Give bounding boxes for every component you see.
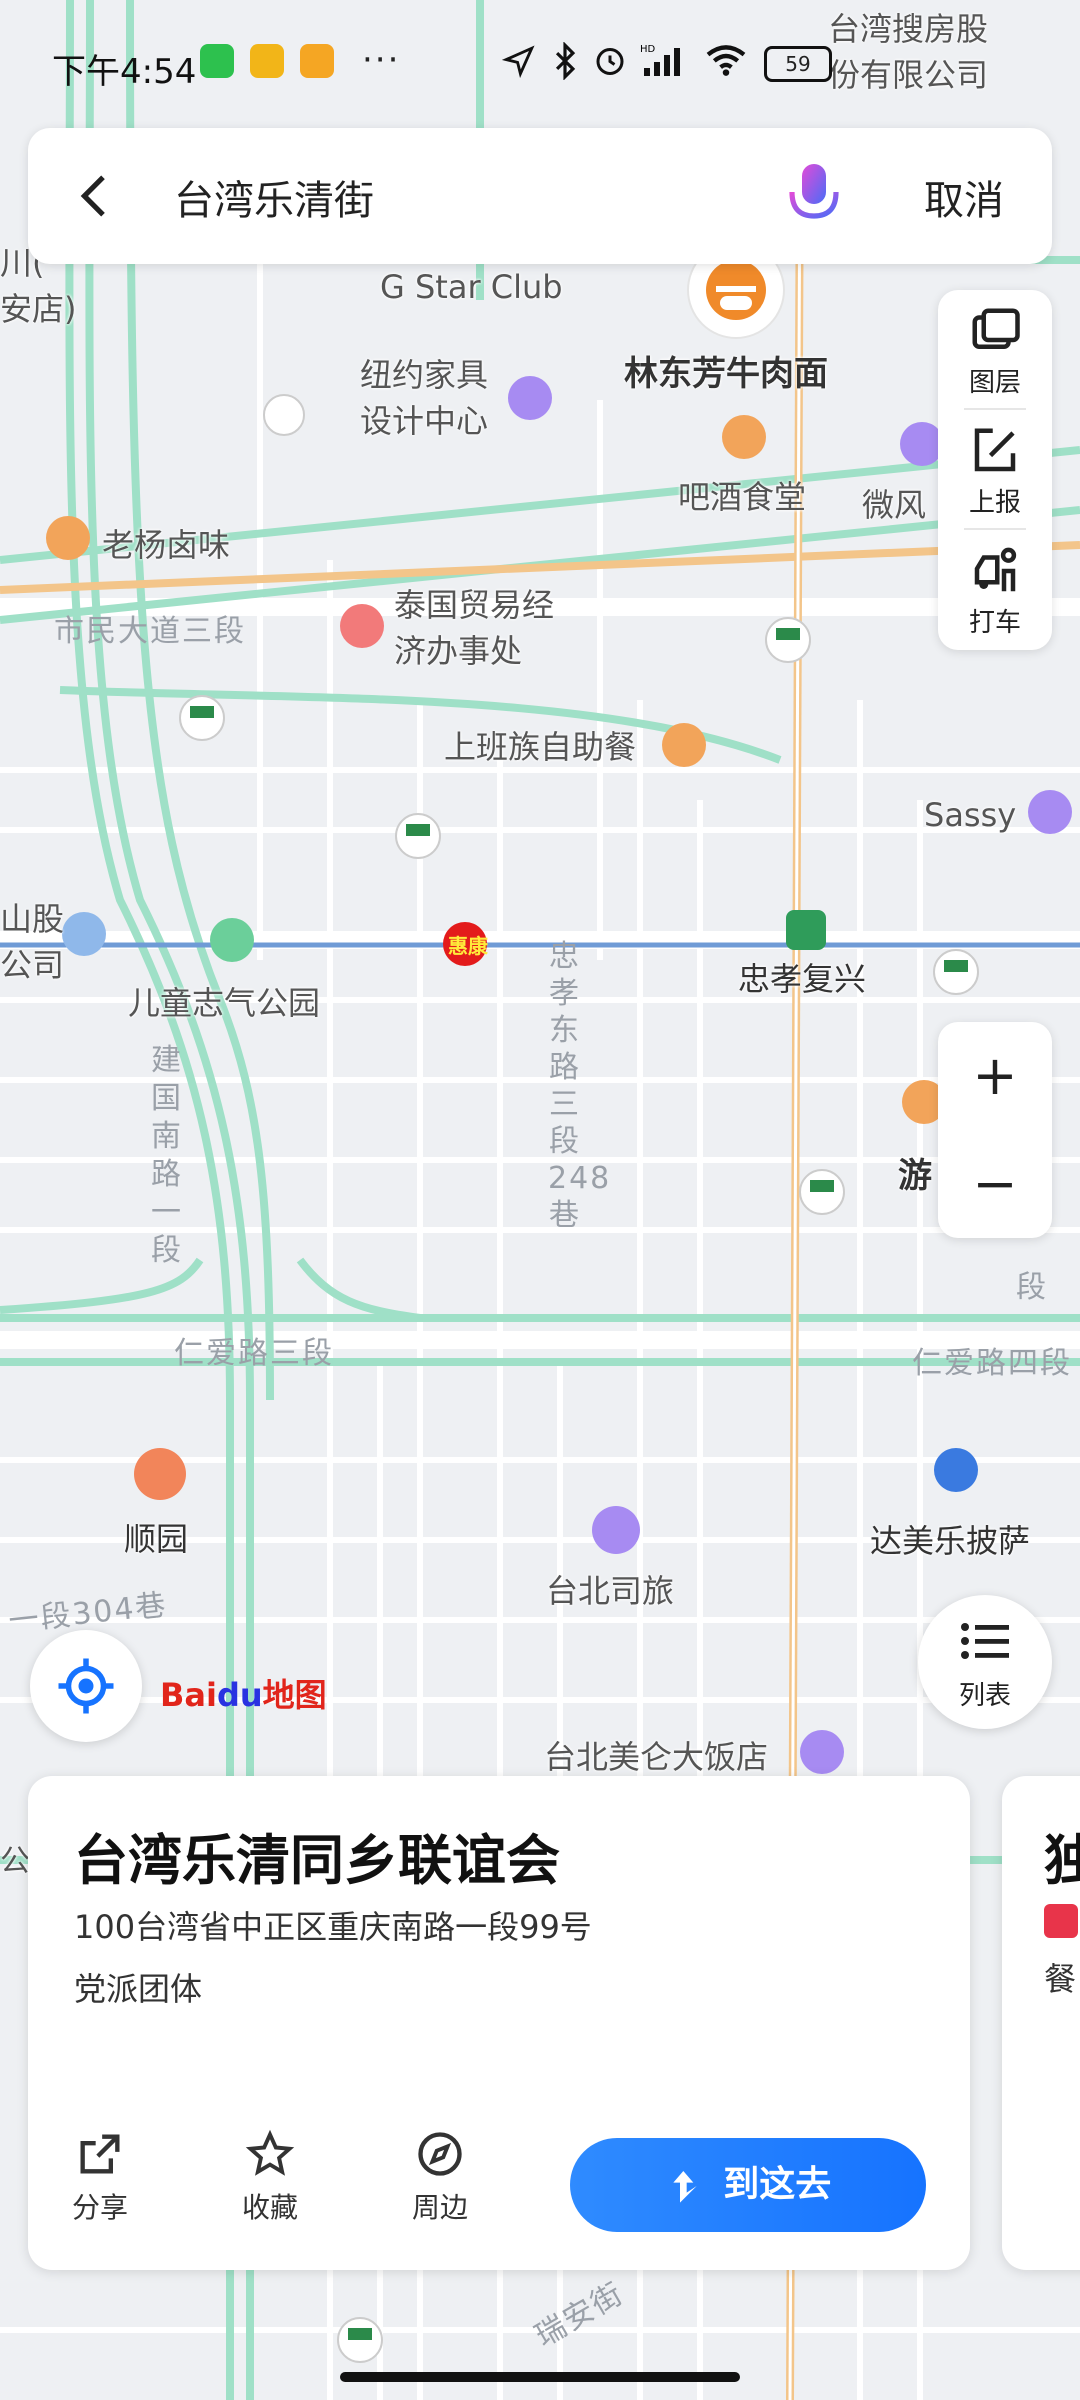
taxi-button[interactable]: 打车 xyxy=(938,530,1052,648)
map-label-dominos[interactable]: 达美乐披萨 xyxy=(870,1516,1030,1562)
map-label-you[interactable]: 游 xyxy=(898,1148,932,1197)
layers-icon xyxy=(972,308,1020,349)
microphone-icon[interactable] xyxy=(784,160,844,232)
more-notifications-icon: ··· xyxy=(362,40,401,80)
map-label-beef-noodle[interactable]: 林东芳牛肉面 xyxy=(624,346,828,395)
locate-button[interactable] xyxy=(30,1630,142,1742)
map-label-weifeng[interactable]: 微风 xyxy=(862,480,926,526)
road-label-renai-3: 仁爱路三段 xyxy=(174,1336,334,1371)
compass-icon xyxy=(418,2132,462,2176)
logo-ditu: 地图 xyxy=(262,1676,327,1714)
place-card[interactable]: 台湾乐清同乡联谊会 100台湾省中正区重庆南路一段99号 党派团体 分享 收藏 … xyxy=(28,1776,970,2270)
map-label-taipei-sl[interactable]: 台北司旅 xyxy=(546,1566,674,1612)
battery-indicator: 59 xyxy=(764,46,832,82)
home-indicator[interactable] xyxy=(340,2372,740,2382)
go-here-label: 到这去 xyxy=(723,2164,832,2205)
next-place-title: 独 xyxy=(1044,1829,1080,1892)
map-label-left-company[interactable]: 山股 公司 xyxy=(0,896,64,988)
app-notification-icon xyxy=(250,44,284,78)
cancel-button[interactable]: 取消 xyxy=(924,168,1004,226)
search-input[interactable]: 台湾乐清街 xyxy=(174,168,374,226)
road-label-shimin: 市民大道三段 xyxy=(54,614,246,649)
share-button[interactable]: 分享 xyxy=(50,2128,150,2226)
list-icon xyxy=(961,1623,1009,1659)
map-label-laoyang[interactable]: 老杨卤味 xyxy=(102,520,230,566)
nearby-label: 周边 xyxy=(411,2191,468,2224)
map-label-mayor-hotel[interactable]: 台北美仑大饭店 xyxy=(544,1732,768,1778)
favorite-label: 收藏 xyxy=(241,2191,298,2224)
map-tools-panel: 图层 上报 打车 xyxy=(938,290,1052,650)
go-here-button[interactable]: 到这去 xyxy=(570,2138,926,2232)
bluetooth-icon xyxy=(555,42,576,80)
edit-icon xyxy=(974,428,1016,472)
favorite-button[interactable]: 收藏 xyxy=(220,2128,320,2226)
rating-badge-icon xyxy=(1044,1904,1078,1938)
report-button[interactable]: 上报 xyxy=(938,410,1052,528)
zoom-controls: + − xyxy=(938,1022,1052,1238)
zoom-in-button[interactable]: + xyxy=(938,1022,1052,1130)
map-label-sassy[interactable]: Sassy xyxy=(924,796,1016,834)
star-icon xyxy=(245,2129,295,2176)
nearby-button[interactable]: 周边 xyxy=(390,2128,490,2226)
crosshair-icon xyxy=(58,1658,114,1714)
alarm-icon xyxy=(596,48,624,75)
map-label-buffet[interactable]: 上班族自助餐 xyxy=(444,722,636,768)
map-label-g-star-club[interactable]: G Star Club xyxy=(380,268,563,306)
taxi-label: 打车 xyxy=(968,608,1021,638)
logo-du: du xyxy=(216,1676,263,1714)
share-label: 分享 xyxy=(71,2191,128,2224)
svg-text:HD: HD xyxy=(640,44,656,55)
road-label-duan: 段 xyxy=(1016,1270,1048,1305)
wechat-icon xyxy=(200,44,234,78)
layers-label: 图层 xyxy=(968,368,1021,398)
search-bar[interactable]: 台湾乐清街 取消 xyxy=(28,128,1052,264)
back-icon[interactable] xyxy=(68,168,124,224)
map-label-bar[interactable]: 吧酒食堂 xyxy=(678,472,806,518)
baidu-map-logo: Baidu地图 xyxy=(160,1670,327,1716)
signal-icon: HD xyxy=(640,44,680,76)
map-label-park[interactable]: 儿童志气公园 xyxy=(128,978,320,1024)
map-label-huikang[interactable]: 惠康 xyxy=(448,930,488,959)
zoom-out-button[interactable]: − xyxy=(938,1130,1052,1238)
map-label-shunyuan[interactable]: 顺园 xyxy=(124,1514,188,1560)
share-icon xyxy=(80,2134,120,2174)
place-title: 台湾乐清同乡联谊会 xyxy=(74,1829,560,1892)
place-address: 100台湾省中正区重庆南路一段99号 xyxy=(74,1908,592,1946)
list-label: 列表 xyxy=(958,1681,1011,1711)
wifi-icon xyxy=(706,45,746,76)
list-button[interactable]: 列表 xyxy=(918,1595,1052,1729)
map-label-zhongxiao-fuxing[interactable]: 忠孝复兴 xyxy=(738,954,866,1000)
route-arrow-icon xyxy=(673,2171,697,2203)
note-icon xyxy=(300,44,334,78)
report-label: 上报 xyxy=(968,488,1021,518)
next-place-category: 餐 xyxy=(1044,1960,1077,1998)
next-place-card[interactable]: 独 餐 xyxy=(1002,1776,1080,2270)
road-label-renai-4: 仁爱路四段 xyxy=(912,1346,1072,1381)
status-time: 下午4:54 xyxy=(52,52,197,92)
map-label-ny-design[interactable]: 纽约家具 设计中心 xyxy=(360,352,488,444)
road-label-zhongxiao-east: 忠孝东路三段248巷 xyxy=(548,939,612,1233)
map-label-thai-office[interactable]: 泰国贸易经 济办事处 xyxy=(394,582,554,674)
location-arrow-icon xyxy=(502,45,535,78)
layers-button[interactable]: 图层 xyxy=(938,290,1052,408)
place-category: 党派团体 xyxy=(74,1970,203,2008)
road-label-jianguo-south: 建国南路一段 xyxy=(151,1043,183,1268)
logo-bai: Bai xyxy=(160,1676,217,1714)
status-bar: 下午4:54 ··· HD 59 xyxy=(0,0,1080,130)
taxi-icon xyxy=(974,547,1017,592)
